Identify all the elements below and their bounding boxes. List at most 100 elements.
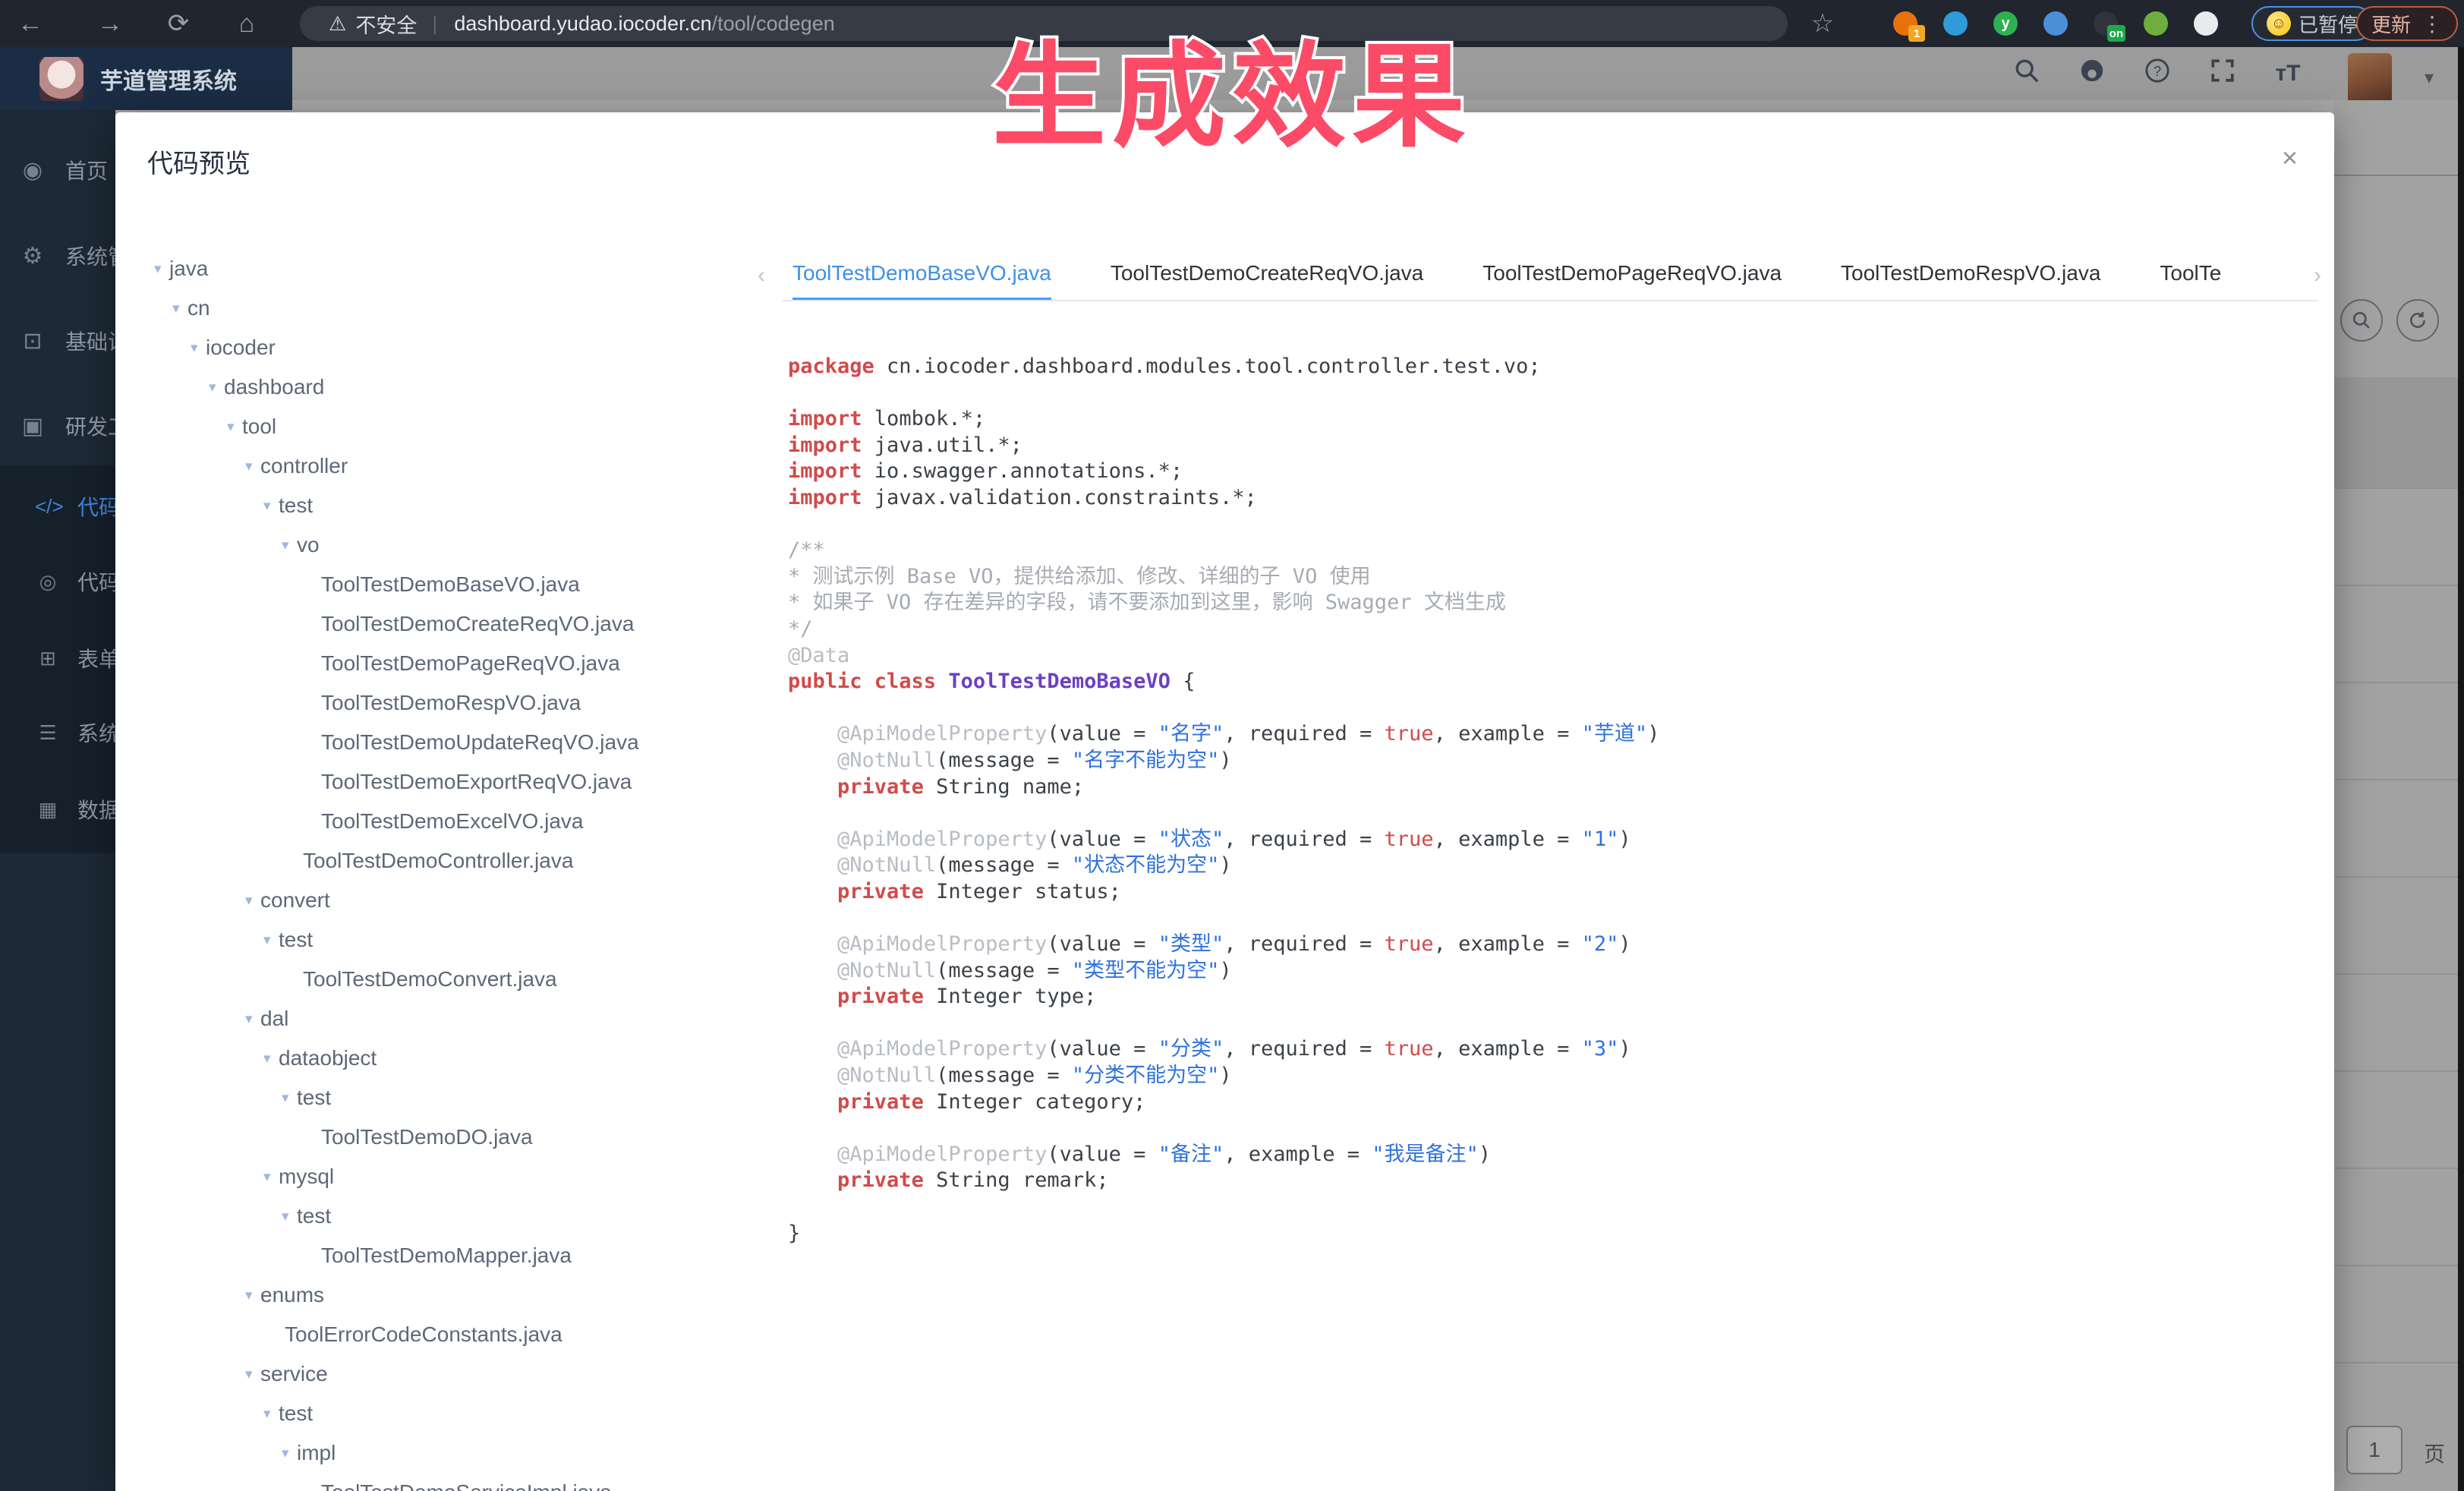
tree-file[interactable]: ToolTestDemoBaseVO.java — [146, 565, 761, 604]
browser-reload-icon[interactable]: ⟳ — [152, 0, 205, 47]
browser-scrollbar[interactable] — [2458, 47, 2464, 1491]
tree-file[interactable]: ToolTestDemoMapper.java — [146, 1236, 761, 1275]
tree-file[interactable]: ToolTestDemoUpdateReqVO.java — [146, 723, 761, 762]
caret-down-icon[interactable]: ▾ — [263, 1168, 279, 1186]
ext-blue-tiles-icon[interactable] — [2040, 8, 2071, 39]
tree-folder[interactable]: ▾cn — [146, 288, 761, 328]
tree-folder[interactable]: ▾mysql — [146, 1157, 761, 1196]
caret-down-icon[interactable]: ▾ — [245, 458, 260, 475]
caret-down-icon[interactable]: ▾ — [245, 1287, 260, 1304]
tree-folder[interactable]: ▾test — [146, 486, 761, 525]
ext-green-leaf-icon[interactable] — [2141, 8, 2171, 39]
tree-folder[interactable]: ▾service — [146, 1354, 761, 1394]
tree-file[interactable]: ToolTestDemoDO.java — [146, 1117, 761, 1157]
tree-folder[interactable]: ▾tool — [146, 407, 761, 446]
caret-down-icon[interactable]: ▾ — [245, 1010, 260, 1028]
tree-file[interactable]: ToolTestDemoExcelVO.java — [146, 802, 761, 841]
user-avatar[interactable] — [2348, 53, 2392, 103]
table-search-button[interactable] — [2340, 299, 2383, 342]
tab-2[interactable]: ToolTestDemoPageReqVO.java — [1482, 261, 1782, 301]
bookmark-star-icon[interactable]: ☆ — [1796, 0, 1849, 47]
ext-dark-on-icon[interactable]: on — [2091, 8, 2121, 39]
tree-file[interactable]: ToolErrorCodeConstants.java — [146, 1315, 761, 1354]
caret-down-icon[interactable]: ▾ — [227, 418, 242, 436]
code-line: @NotNull(message = "状态不能为空") — [788, 853, 1659, 879]
caret-down-icon[interactable]: ▾ — [282, 1445, 297, 1462]
browser-back-icon[interactable]: ← — [4, 0, 57, 47]
tree-file[interactable]: ToolTestDemoPageReqVO.java — [146, 644, 761, 683]
sidebar-subitem-1[interactable]: ◎代码示例 — [0, 559, 115, 604]
help-icon[interactable]: ? — [2141, 58, 2174, 90]
tree-folder[interactable]: ▾test — [146, 1394, 761, 1433]
user-menu-caret-icon[interactable]: ▾ — [2425, 67, 2434, 89]
caret-down-icon[interactable]: ▾ — [245, 1366, 260, 1383]
caret-down-icon[interactable]: ▾ — [209, 379, 224, 396]
sidebar-item-home[interactable]: ◉首页 — [0, 146, 115, 194]
font-size-icon[interactable]: тT — [2271, 61, 2305, 87]
browser-home-icon[interactable]: ⌂ — [220, 0, 273, 47]
ext-green-y-icon[interactable]: y — [1990, 8, 2021, 39]
sidebar-subitem-2[interactable]: ⊞表单构建 — [0, 635, 115, 681]
caret-down-icon[interactable]: ▾ — [263, 1405, 279, 1423]
sidebar-item-1[interactable]: ⚙系统管理 — [0, 232, 115, 280]
caret-down-icon[interactable]: ▾ — [263, 497, 279, 515]
sidebar-subitem-4[interactable]: ▦数据库文档 — [0, 786, 115, 832]
caret-down-icon[interactable]: ▾ — [263, 931, 279, 949]
tree-folder[interactable]: ▾controller — [146, 446, 761, 486]
tree-file[interactable]: ToolTestDemoRespVO.java — [146, 683, 761, 723]
tree-node-label: ToolTestDemoPageReqVO.java — [321, 651, 620, 676]
tree-file[interactable]: ToolTestDemoController.java — [146, 841, 761, 881]
code-line: private Integer type; — [788, 984, 1659, 1010]
tree-folder[interactable]: ▾java — [146, 249, 761, 288]
tree-folder[interactable]: ▾enums — [146, 1275, 761, 1315]
address-bar[interactable]: ⚠ 不安全 | dashboard.yudao.iocoder.cn /tool… — [300, 6, 1788, 41]
ext-blue-gem-icon[interactable] — [1940, 8, 1971, 39]
tab-0[interactable]: ToolTestDemoBaseVO.java — [792, 261, 1051, 301]
tree-folder[interactable]: ▾test — [146, 1078, 761, 1117]
fullscreen-icon[interactable] — [2206, 58, 2239, 90]
tab-4[interactable]: ToolTe — [2160, 261, 2221, 301]
close-icon[interactable]: × — [2282, 144, 2298, 172]
github-icon[interactable] — [2075, 58, 2109, 90]
search-icon[interactable] — [2010, 58, 2043, 90]
ext-orange-ring-icon[interactable]: 1 — [1890, 8, 1920, 39]
caret-down-icon[interactable]: ▾ — [282, 537, 297, 554]
tree-folder[interactable]: ▾dashboard — [146, 367, 761, 407]
caret-down-icon[interactable]: ▾ — [263, 1050, 279, 1067]
sidebar-item-2[interactable]: ⊡基础设施 — [0, 317, 115, 365]
tree-folder[interactable]: ▾test — [146, 1196, 761, 1236]
tree-folder[interactable]: ▾impl — [146, 1433, 761, 1473]
tree-folder[interactable]: ▾vo — [146, 525, 761, 565]
paused-extension-button[interactable]: ☺ 已暂停 — [2251, 6, 2373, 41]
ext-puzzle-icon[interactable] — [2191, 8, 2221, 39]
tree-file[interactable]: ToolTestDemoCreateReqVO.java — [146, 604, 761, 644]
caret-down-icon[interactable]: ▾ — [282, 1208, 297, 1225]
browser-forward-icon[interactable]: → — [83, 0, 137, 47]
tree-folder[interactable]: ▾iocoder — [146, 328, 761, 367]
browser-menu-kebab-icon[interactable]: ⋮ — [2421, 11, 2443, 36]
tree-folder[interactable]: ▾dal — [146, 999, 761, 1039]
tab-1[interactable]: ToolTestDemoCreateReqVO.java — [1111, 261, 1423, 301]
caret-down-icon[interactable]: ▾ — [172, 300, 187, 317]
caret-down-icon[interactable]: ▾ — [154, 260, 169, 278]
table-refresh-button[interactable] — [2396, 299, 2439, 342]
pagination-page-input[interactable]: 1 — [2346, 1426, 2403, 1474]
tree-file[interactable]: ToolTestDemoServiceImpl.java — [146, 1473, 761, 1491]
sidebar-item-3[interactable]: ▣研发工具 — [0, 402, 115, 450]
sidebar-subitem-3[interactable]: ☰系统接口 — [0, 710, 115, 755]
tree-folder[interactable]: ▾dataobject — [146, 1039, 761, 1078]
tree-file[interactable]: ToolTestDemoConvert.java — [146, 960, 761, 999]
tab-3[interactable]: ToolTestDemoRespVO.java — [1841, 261, 2100, 301]
tabs-scroll-left-icon[interactable]: ‹ — [758, 263, 765, 288]
caret-down-icon[interactable]: ▾ — [191, 339, 206, 357]
caret-down-icon[interactable]: ▾ — [245, 892, 260, 909]
dashboard-icon: ◉ — [20, 157, 46, 184]
browser-update-button[interactable]: 更新 ⋮ — [2356, 6, 2458, 41]
tree-folder[interactable]: ▾test — [146, 920, 761, 960]
caret-down-icon[interactable]: ▾ — [282, 1089, 297, 1107]
tree-folder[interactable]: ▾convert — [146, 881, 761, 920]
tree-node-label: ToolErrorCodeConstants.java — [285, 1322, 562, 1347]
sidebar-subitem-0[interactable]: </>代码生成 — [0, 484, 115, 529]
tabs-scroll-right-icon[interactable]: › — [2314, 263, 2321, 288]
tree-file[interactable]: ToolTestDemoExportReqVO.java — [146, 762, 761, 802]
